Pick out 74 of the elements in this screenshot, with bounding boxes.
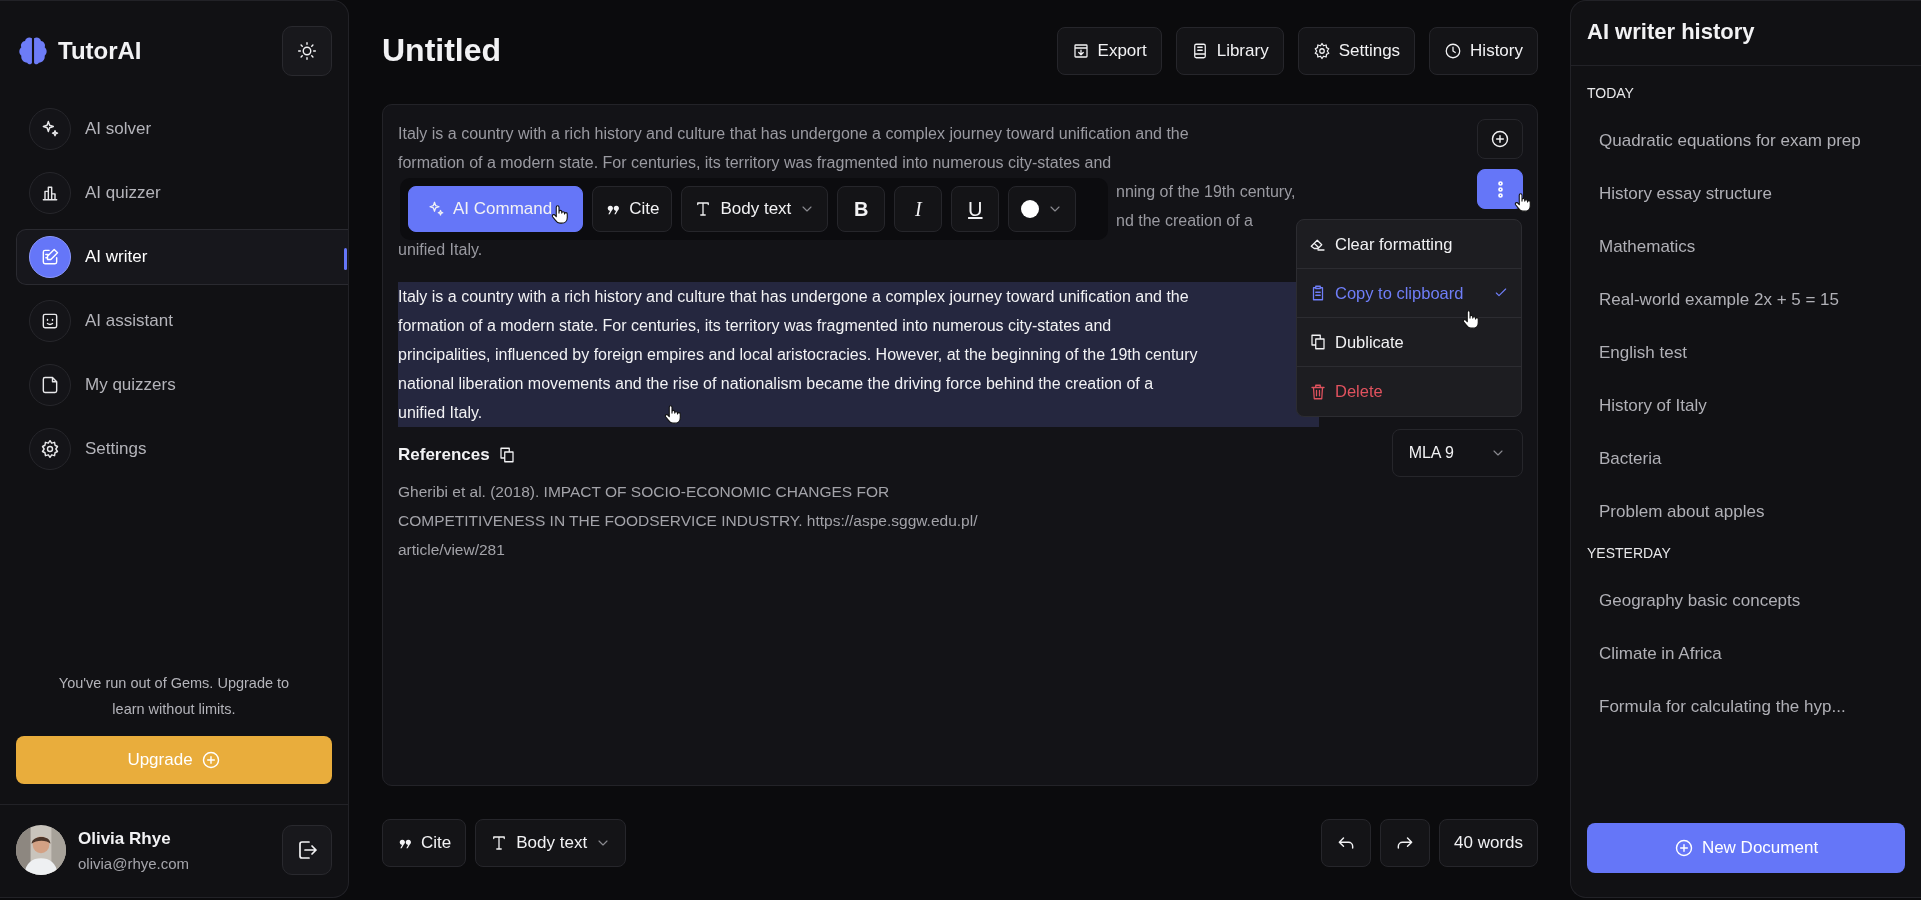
sparkle-icon xyxy=(427,200,445,218)
brand-name: TutorAI xyxy=(58,37,143,65)
group-heading: TODAY xyxy=(1587,84,1635,103)
logout-button[interactable] xyxy=(282,825,332,875)
citation-style-dropdown[interactable]: MLA 9 xyxy=(1391,429,1523,477)
trash-icon xyxy=(1309,382,1327,401)
copy-icon[interactable] xyxy=(497,446,516,464)
format-button[interactable]: B xyxy=(837,186,886,232)
text-line: nning of the 19th century, xyxy=(1116,182,1296,202)
nav-item[interactable]: AI quizzer xyxy=(16,165,348,221)
nav-item[interactable]: AI solver xyxy=(16,101,348,157)
history-item[interactable]: History of Italy xyxy=(1587,379,1905,432)
group-heading: YESTERDAY xyxy=(1587,544,1672,563)
nav-item[interactable]: Settings xyxy=(16,421,348,477)
theme-toggle-button[interactable] xyxy=(282,26,332,76)
settings-icon xyxy=(1312,42,1331,60)
toolbar-button[interactable]: Settings xyxy=(1297,27,1416,75)
copy-icon xyxy=(1309,333,1327,351)
text-style-dropdown[interactable]: Body text xyxy=(475,819,627,867)
word-count: 40 words xyxy=(1439,819,1538,867)
reference-entry: Gheribi et al. (2018). IMPACT OF SOCIO-ECONOMIC CHANGES FOR COMPETITIVENESS IN THE FOODSERVICE INDUSTRY. https://aspe.sggw.edu.pl/ article/view/281 xyxy=(398,482,978,560)
add-block-button[interactable] xyxy=(1477,119,1523,159)
upgrade-message: You've run out of Gems. Upgrade to learn without limits. xyxy=(57,674,291,719)
more-options-button[interactable] xyxy=(1477,169,1523,209)
plus-circle-icon xyxy=(1673,838,1694,858)
edit-icon xyxy=(29,236,71,278)
more-vertical-icon xyxy=(1497,180,1503,198)
undo-button[interactable] xyxy=(1321,819,1371,867)
user-email: olivia@rhye.com xyxy=(78,854,191,872)
nav-item[interactable]: AI assistant xyxy=(16,293,348,349)
smiley-icon xyxy=(29,300,71,342)
references-heading: References xyxy=(398,445,490,465)
document-icon xyxy=(29,364,71,406)
document-title: Untitled xyxy=(382,31,502,69)
text-line: formation of a modern state. For centuries, its territory was fragmented into numerous city-states and xyxy=(398,153,1112,173)
active-indicator xyxy=(344,248,347,270)
text-line: nd the creation of a xyxy=(1116,211,1253,231)
selected-paragraph: Italy is a country with a rich history and culture that has undergone a complex journey toward unification and the formation of a modern state. For centuries, its territory was fragmented into numerous city-states and principalities, influenced by foreign empires and local aristocracies. However, at the beginning of the 19th century national liberation movements and the rise of nationalism became the driving force behind the creation of a unified Italy. xyxy=(398,282,1319,427)
menu-item[interactable]: Clear formatting xyxy=(1297,220,1521,269)
settings-icon xyxy=(29,428,71,470)
history-item[interactable]: Mathematics xyxy=(1587,220,1905,273)
clock-icon xyxy=(1444,42,1463,60)
nav-item[interactable]: My quizzers xyxy=(16,357,348,413)
history-item[interactable]: Bacteria xyxy=(1587,432,1905,485)
user-name: Olivia Rhye xyxy=(78,828,172,849)
bar-chart-icon xyxy=(29,172,71,214)
new-document-button[interactable]: New Document xyxy=(1587,823,1905,873)
plus-circle-icon xyxy=(1490,129,1510,149)
toolbar-button[interactable]: Export xyxy=(1056,27,1162,75)
history-item[interactable]: Formula for calculating the hyp... xyxy=(1587,680,1905,733)
format-button[interactable]: I xyxy=(894,186,943,232)
nav-item[interactable]: AI writer xyxy=(16,229,348,285)
toolbar-button[interactable]: Library xyxy=(1175,27,1284,75)
history-item[interactable]: Problem about apples xyxy=(1587,485,1905,538)
history-item[interactable]: Quadratic equations for exam prep xyxy=(1587,114,1905,167)
sun-icon xyxy=(297,41,317,61)
text-style-dropdown[interactable]: Body text xyxy=(681,186,829,232)
download-icon xyxy=(1071,42,1090,60)
cite-button[interactable]: Cite xyxy=(592,186,673,232)
panel-title: AI writer history xyxy=(1571,1,1921,66)
format-button[interactable]: U xyxy=(951,186,1000,232)
redo-button[interactable] xyxy=(1380,819,1430,867)
history-item[interactable]: English test xyxy=(1587,326,1905,379)
text-line: unified Italy. xyxy=(398,240,483,260)
history-item[interactable]: Geography basic concepts xyxy=(1587,574,1905,627)
history-item[interactable]: Real-world example 2x + 5 = 15 xyxy=(1587,273,1905,326)
sparkle-icon xyxy=(29,108,71,150)
history-item[interactable]: History essay structure xyxy=(1587,167,1905,220)
cite-button[interactable]: Cite xyxy=(382,819,467,867)
toolbar-button[interactable]: History xyxy=(1429,27,1538,75)
history-item[interactable]: Climate in Africa xyxy=(1587,627,1905,680)
plus-circle-icon xyxy=(200,750,221,770)
text-color-dropdown[interactable] xyxy=(1008,186,1077,232)
text-line: Italy is a country with a rich history and culture that has undergone a complex journey toward unification and the xyxy=(398,124,1189,144)
